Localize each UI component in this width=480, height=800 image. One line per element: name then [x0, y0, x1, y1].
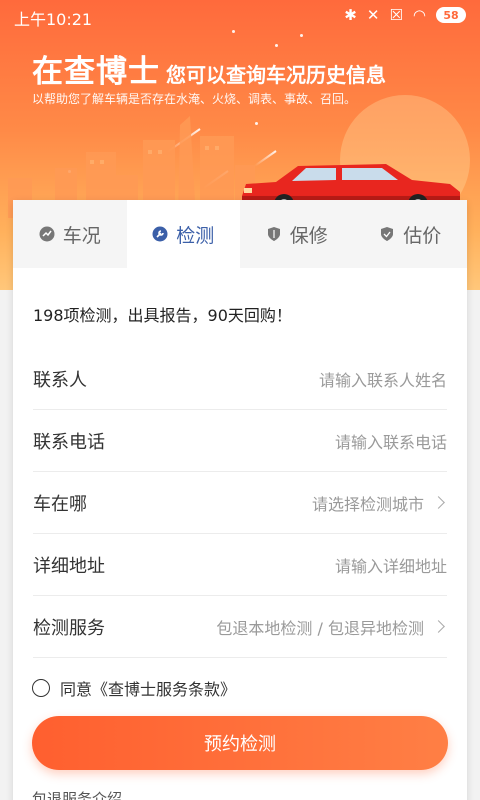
contact-name-row[interactable]: 联系人 请输入联系人姓名 — [33, 348, 447, 410]
tab-label: 保修 — [289, 224, 328, 247]
field-label: 检测服务 — [33, 617, 105, 639]
bluetooth-icon: ✱ — [344, 6, 357, 24]
service-select[interactable]: 包退本地检测 / 包退异地检测 — [216, 615, 447, 639]
service-card: 车况 检测 保修 估价 198项检测，出具报告，90天回购！ 联系人 请输入联系… — [13, 200, 467, 800]
status-icons: ✱ ✕ ☒ ◠ 58 — [344, 6, 466, 24]
field-label: 详细地址 — [33, 555, 105, 577]
inspection-intro: 198项检测，出具报告，90天回购！ — [33, 306, 292, 325]
wrench-icon — [152, 226, 168, 242]
chart-icon — [39, 226, 55, 242]
contact-name-input[interactable]: 请输入联系人姓名 — [319, 367, 447, 391]
tab-label: 检测 — [176, 224, 215, 247]
book-inspection-button[interactable]: 预约检测 — [32, 716, 448, 770]
agreement-checkbox[interactable]: 同意《查博士服务条款》 — [32, 676, 236, 700]
field-label: 联系电话 — [33, 431, 105, 453]
sim-off-icon: ☒ — [389, 6, 403, 24]
refund-service-link[interactable]: 包退服务介绍 — [32, 788, 122, 800]
tab-label: 车况 — [62, 224, 101, 247]
chevron-right-icon — [432, 496, 445, 509]
radio-icon[interactable] — [32, 679, 50, 697]
contact-phone-row[interactable]: 联系电话 请输入联系电话 — [33, 410, 447, 472]
address-input[interactable]: 请输入详细地址 — [335, 553, 447, 577]
tab-warranty[interactable]: 保修 — [240, 200, 354, 268]
address-row[interactable]: 详细地址 请输入详细地址 — [33, 534, 447, 596]
city-select[interactable]: 请选择检测城市 — [312, 491, 447, 515]
contact-phone-input[interactable]: 请输入联系电话 — [335, 429, 447, 453]
tab-valuation[interactable]: 估价 — [353, 200, 467, 268]
city-select-placeholder: 请选择检测城市 — [311, 494, 424, 514]
agreement-text: 同意《查博士服务条款》 — [60, 680, 237, 699]
wifi-icon: ◠ — [412, 6, 426, 24]
car-location-row[interactable]: 车在哪 请选择检测城市 — [33, 472, 447, 534]
mute-icon: ✕ — [366, 6, 380, 24]
tab-label: 估价 — [403, 224, 442, 247]
hero-heading: 在查博士 您可以查询车况历史信息 — [32, 46, 386, 91]
battery-icon: 58 — [436, 7, 466, 23]
service-select-placeholder: 包退本地检测 / 包退异地检测 — [216, 618, 424, 638]
field-label: 车在哪 — [33, 493, 87, 515]
tab-car-condition[interactable]: 车况 — [13, 200, 127, 268]
field-label: 联系人 — [33, 369, 87, 391]
shield-icon — [267, 227, 280, 241]
inspection-service-row[interactable]: 检测服务 包退本地检测 / 包退异地检测 — [33, 596, 447, 658]
service-tabs: 车况 检测 保修 估价 — [13, 200, 467, 268]
chevron-right-icon — [432, 620, 445, 633]
hero-tagline: 您可以查询车况历史信息 — [166, 63, 386, 87]
shield-check-icon — [381, 227, 394, 241]
status-bar: 上午10:21 ✱ ✕ ☒ ◠ 58 — [0, 0, 480, 32]
inspection-form: 198项检测，出具报告，90天回购！ 联系人 请输入联系人姓名 联系电话 请输入… — [33, 268, 447, 658]
hero-subtitle: 以帮助您了解车辆是否存在水淹、火烧、调表、事故、召回。 — [32, 92, 357, 106]
status-time: 上午10:21 — [14, 10, 93, 29]
tab-inspection[interactable]: 检测 — [126, 200, 240, 268]
brand-name: 在查博士 — [32, 54, 160, 90]
